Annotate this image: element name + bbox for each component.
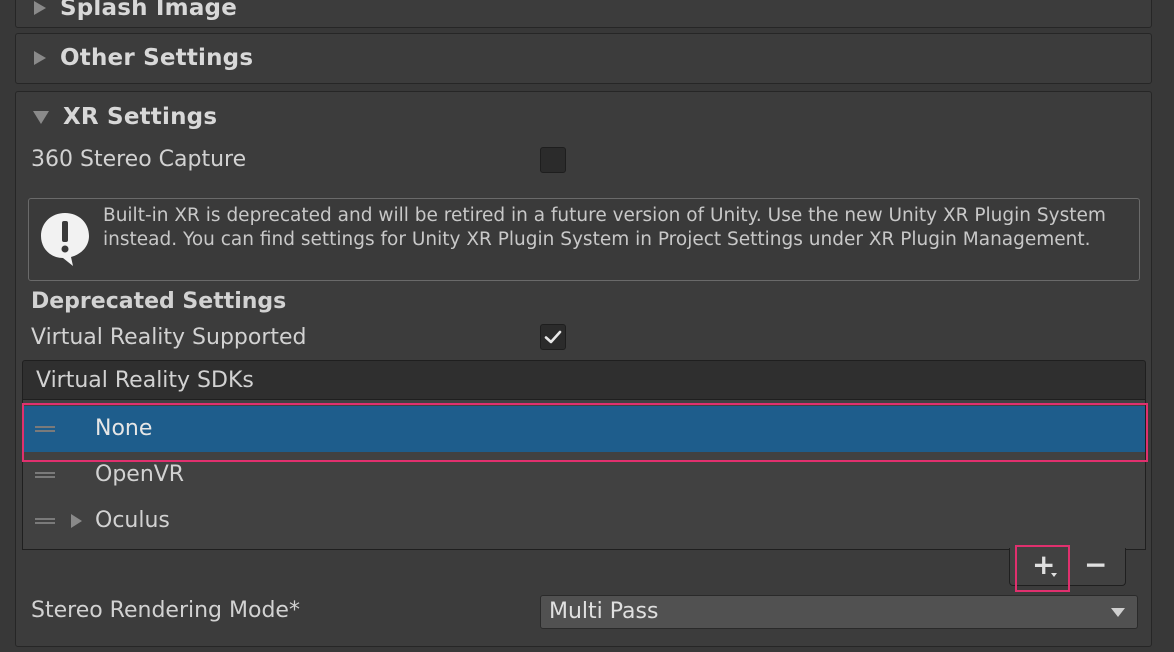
check-icon (544, 330, 562, 344)
stereo-capture-label: 360 Stereo Capture (31, 147, 247, 172)
xr-settings-title: XR Settings (63, 104, 218, 130)
collapse-arrow-icon (33, 110, 49, 124)
splash-image-header[interactable]: Splash Image (34, 0, 237, 21)
xr-settings-header[interactable]: XR Settings (33, 104, 217, 130)
splash-image-title: Splash Image (60, 0, 238, 21)
stereo-rendering-dropdown[interactable]: Multi Pass (540, 595, 1138, 629)
other-settings-section: Other Settings (15, 33, 1152, 84)
deprecated-settings-heading: Deprecated Settings (31, 289, 287, 314)
stereo-rendering-value: Multi Pass (549, 599, 659, 624)
expand-arrow-icon (34, 51, 46, 65)
other-settings-header[interactable]: Other Settings (34, 45, 253, 71)
warning-speech-icon (41, 213, 89, 266)
list-item-oculus[interactable]: Oculus (23, 498, 1145, 544)
drag-handle-icon[interactable] (35, 518, 55, 524)
vr-sdks-header-label: Virtual Reality SDKs (36, 368, 254, 393)
deprecation-help-box: Built-in XR is deprecated and will be re… (28, 198, 1140, 281)
other-settings-title: Other Settings (60, 45, 254, 71)
remove-button[interactable]: − (1082, 548, 1108, 581)
help-message: Built-in XR is deprecated and will be re… (103, 205, 1106, 250)
drag-handle-icon[interactable] (35, 472, 55, 478)
splash-image-section: Splash Image (15, 0, 1152, 28)
expand-arrow-icon (34, 1, 46, 15)
remove-label: − (1084, 548, 1108, 581)
list-item-label: OpenVR (95, 462, 185, 487)
add-button-highlight (1015, 545, 1070, 592)
stereo-rendering-label: Stereo Rendering Mode* (31, 598, 300, 623)
chevron-down-icon (1111, 608, 1125, 617)
vr-supported-checkbox[interactable] (540, 324, 566, 350)
selected-item-highlight (22, 403, 1148, 462)
stereo-capture-checkbox[interactable] (540, 147, 566, 173)
vr-supported-label: Virtual Reality Supported (31, 325, 307, 350)
list-item-label: Oculus (95, 508, 170, 533)
vr-sdks-list-header: Virtual Reality SDKs (22, 360, 1146, 400)
expand-arrow-icon[interactable] (71, 514, 82, 528)
